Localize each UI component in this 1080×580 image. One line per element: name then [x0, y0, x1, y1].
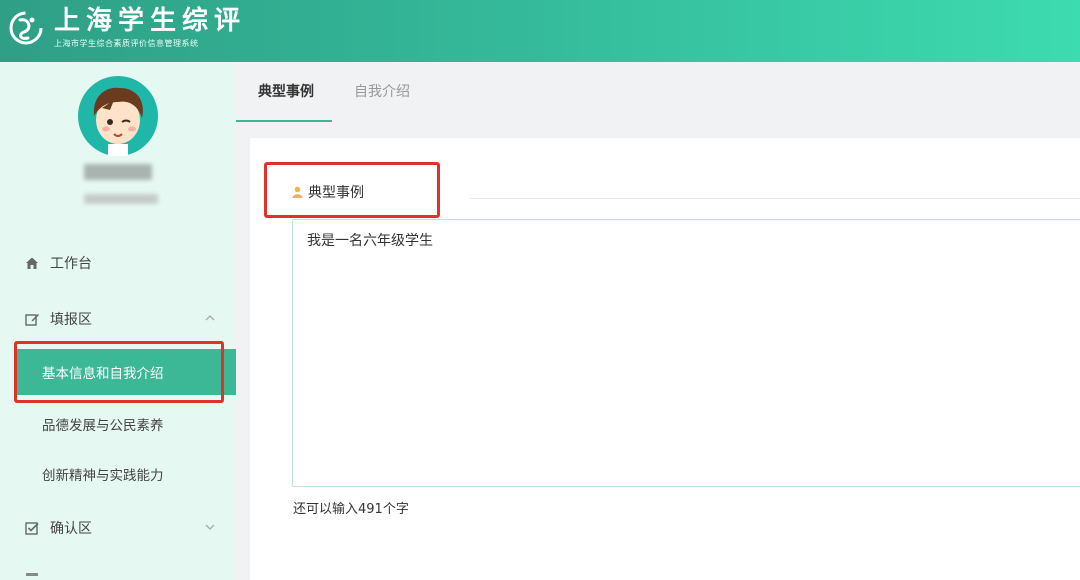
- tab-label: 典型事例: [258, 84, 314, 100]
- active-tab-indicator: [236, 120, 332, 122]
- check-square-icon: [24, 520, 40, 536]
- section-divider: [470, 198, 1080, 199]
- sidebar-item-confirm-area[interactable]: 确认区: [0, 505, 236, 551]
- userid-redacted: [84, 194, 158, 204]
- sidebar: 工作台 填报区 基本信息和自我介绍 品德发展与公民素养 创新精神与实践能力 确认…: [0, 62, 236, 580]
- app-header: 上海学生综评 上海市学生综合素质评价信息管理系统: [0, 0, 1080, 62]
- typical-cases-textarea[interactable]: 我是一名六年级学生: [292, 219, 1080, 487]
- user-icon: [292, 186, 303, 198]
- char-counter: 还可以输入491个字: [293, 502, 409, 517]
- sidebar-item-basic-info[interactable]: 基本信息和自我介绍: [14, 349, 236, 395]
- sidebar-item-label: 填报区: [50, 312, 92, 328]
- section-tab-label: 典型事例: [308, 185, 364, 201]
- sidebar-item-fill-area[interactable]: 填报区: [0, 296, 236, 342]
- sidebar-item-innovation[interactable]: 创新精神与实践能力: [0, 451, 236, 497]
- tab-label: 自我介绍: [354, 84, 410, 100]
- app-title: 上海学生综评: [54, 6, 247, 36]
- chevron-up-icon: [205, 315, 215, 321]
- sidebar-item-label: 创新精神与实践能力: [42, 468, 164, 484]
- app-subtitle: 上海市学生综合素质评价信息管理系统: [54, 39, 199, 48]
- tabs-bar: 典型事例 自我介绍: [236, 62, 1080, 122]
- username-redacted: [84, 164, 152, 180]
- list-icon: [24, 562, 40, 578]
- sidebar-item-label: 工作台: [50, 256, 92, 272]
- sidebar-item-partial[interactable]: [0, 560, 236, 580]
- sidebar-item-label: 基本信息和自我介绍: [42, 366, 164, 382]
- sidebar-item-label: 品德发展与公民素养: [42, 418, 164, 434]
- home-icon: [24, 255, 40, 271]
- cartoon-boy-avatar-icon[interactable]: [78, 76, 158, 156]
- edit-icon: [24, 311, 40, 327]
- sidebar-item-moral-development[interactable]: 品德发展与公民素养: [0, 401, 236, 447]
- swirl-logo-icon: [9, 11, 43, 45]
- sidebar-item-label: 确认区: [50, 521, 92, 537]
- sidebar-item-workbench[interactable]: 工作台: [0, 240, 236, 286]
- chevron-down-icon: [205, 524, 215, 530]
- section-tab-typical-cases[interactable]: 典型事例: [292, 172, 364, 212]
- tab-self-introduction[interactable]: 自我介绍: [354, 62, 410, 122]
- tab-typical-cases[interactable]: 典型事例: [258, 62, 314, 122]
